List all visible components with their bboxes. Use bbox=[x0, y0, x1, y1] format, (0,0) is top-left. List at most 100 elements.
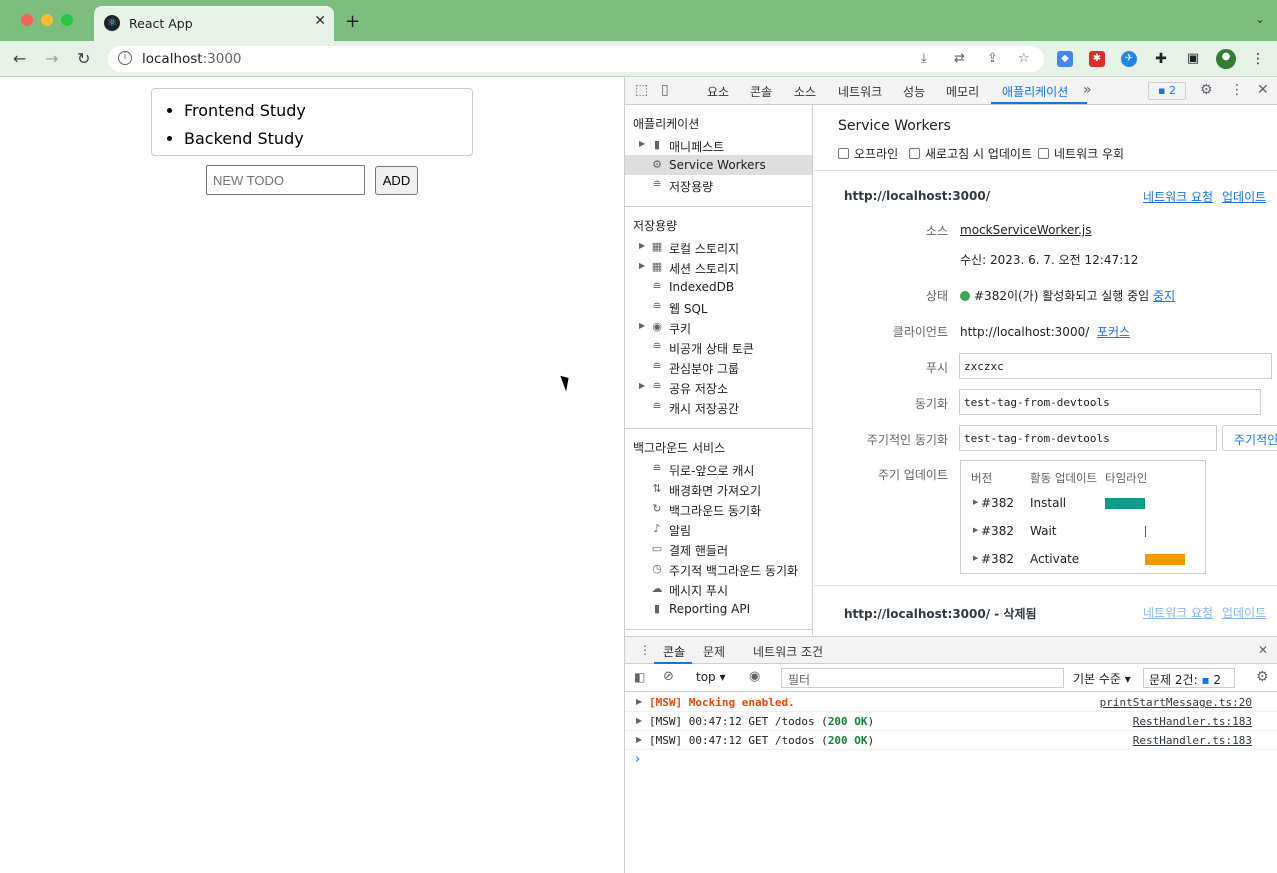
forward-arrow-icon[interactable]: → bbox=[45, 49, 58, 68]
sidebar-item-notifications[interactable]: ♪ 알림 bbox=[625, 519, 812, 539]
expand-arrow-icon[interactable]: ▶ bbox=[639, 381, 645, 390]
extension-shield-icon[interactable]: ◆ bbox=[1057, 51, 1073, 67]
expand-arrow-icon[interactable]: ▶ bbox=[636, 735, 642, 744]
new-tab-button[interactable]: + bbox=[345, 11, 360, 32]
clear-console-icon[interactable]: ⊘ bbox=[663, 669, 674, 684]
offline-checkbox[interactable]: 오프라인 bbox=[838, 145, 898, 162]
update-on-reload-checkbox[interactable]: 새로고침 시 업데이트 bbox=[909, 145, 1032, 162]
update-link[interactable]: 업데이트 bbox=[1222, 188, 1266, 205]
extension-compass-icon[interactable]: ✈ bbox=[1121, 51, 1137, 67]
bypass-network-checkbox[interactable]: 네트워크 우회 bbox=[1038, 145, 1124, 162]
push-input[interactable]: zxczxc bbox=[959, 353, 1272, 379]
address-bar[interactable]: i localhost:3000 ⤓ ⇄ ⇪ ☆ bbox=[108, 46, 1044, 72]
stop-link[interactable]: 중지 bbox=[1153, 289, 1175, 303]
sidebar-item-background-sync[interactable]: ↻ 백그라운드 동기화 bbox=[625, 499, 812, 519]
issues-badge[interactable]: ▪ 2 bbox=[1148, 82, 1186, 100]
expand-arrow-icon[interactable]: ▶ bbox=[639, 321, 645, 330]
console-log-row[interactable]: ▶ [MSW] 00:47:12 GET /todos (200 OK) Res… bbox=[625, 712, 1277, 731]
translate-icon[interactable]: ⇄ bbox=[954, 51, 965, 66]
expand-arrow-icon[interactable]: ▶ bbox=[639, 139, 645, 148]
sidebar-item-web-sql[interactable]: ≘ 웹 SQL bbox=[625, 297, 812, 317]
drawer-tab-network-conditions[interactable]: 네트워크 조건 bbox=[753, 643, 823, 660]
sidebar-toggle-icon[interactable]: ◧ bbox=[634, 670, 645, 684]
site-info-icon[interactable]: i bbox=[118, 51, 132, 65]
settings-gear-icon[interactable]: ⚙ bbox=[1200, 82, 1213, 98]
extension-bug-icon[interactable]: ✱ bbox=[1089, 51, 1105, 67]
periodic-sync-button[interactable]: 주기적인 bbox=[1222, 425, 1277, 451]
expand-arrow-icon[interactable]: ▶ bbox=[973, 554, 978, 562]
sidebar-item-reporting-api[interactable]: ▮ Reporting API bbox=[625, 599, 812, 619]
expand-arrow-icon[interactable]: ▶ bbox=[639, 241, 645, 250]
close-devtools-icon[interactable]: ✕ bbox=[1257, 82, 1269, 98]
share-icon[interactable]: ⇪ bbox=[987, 51, 998, 66]
sync-input[interactable]: test-tag-from-devtools bbox=[959, 389, 1261, 415]
install-icon[interactable]: ⤓ bbox=[921, 51, 927, 66]
expand-arrow-icon[interactable]: ▶ bbox=[636, 697, 642, 706]
expand-arrow-icon[interactable]: ▶ bbox=[973, 498, 978, 506]
minimize-window-button[interactable] bbox=[41, 14, 53, 26]
table-row[interactable]: ▶ #382 Install bbox=[961, 494, 1207, 514]
sidebar-item-manifest[interactable]: ▶ ▮ 매니페스트 bbox=[625, 135, 812, 155]
sidebar-item-private-state-tokens[interactable]: ≘ 비공개 상태 토큰 bbox=[625, 337, 812, 357]
zoom-window-button[interactable] bbox=[61, 14, 73, 26]
eye-icon[interactable]: ◉ bbox=[749, 669, 760, 684]
drawer-tab-issues[interactable]: 문제 bbox=[703, 643, 725, 660]
add-button[interactable]: ADD bbox=[375, 166, 418, 195]
sidebar-item-storage[interactable]: ≘ 저장용량 bbox=[625, 175, 812, 195]
expand-arrow-icon[interactable]: ▶ bbox=[639, 261, 645, 270]
sidebar-item-payment-handler[interactable]: ▭ 결제 핸들러 bbox=[625, 539, 812, 559]
log-source-link[interactable]: RestHandler.ts:183 bbox=[1133, 734, 1252, 747]
sidebar-item-local-storage[interactable]: ▶ ▦ 로컬 스토리지 bbox=[625, 237, 812, 257]
console-settings-gear-icon[interactable]: ⚙ bbox=[1256, 669, 1269, 685]
close-window-button[interactable] bbox=[21, 14, 33, 26]
sidebar-item-service-workers[interactable]: ⚙ Service Workers bbox=[625, 155, 812, 175]
log-source-link[interactable]: RestHandler.ts:183 bbox=[1133, 715, 1252, 728]
console-filter-input[interactable]: 필터 bbox=[781, 668, 1064, 688]
console-log-row[interactable]: ▶ [MSW] Mocking enabled. printStartMessa… bbox=[625, 693, 1277, 712]
sidebar-item-push-messaging[interactable]: ☁ 메시지 푸시 bbox=[625, 579, 812, 599]
log-source-link[interactable]: printStartMessage.ts:20 bbox=[1100, 696, 1252, 709]
tab-elements[interactable]: 요소 bbox=[707, 83, 729, 100]
sidebar-item-background-fetch[interactable]: ⇅ 배경화면 가져오기 bbox=[625, 479, 812, 499]
sidebar-item-interest-groups[interactable]: ≘ 관심분야 그룹 bbox=[625, 357, 812, 377]
sidebar-item-indexeddb[interactable]: ≘ IndexedDB bbox=[625, 277, 812, 297]
inspect-element-icon[interactable]: ⬚ bbox=[635, 82, 648, 98]
sidebar-item-bfcache[interactable]: ≘ 뒤로-앞으로 캐시 bbox=[625, 459, 812, 479]
browser-tab[interactable]: ⚛ React App ✕ bbox=[94, 6, 334, 41]
log-levels-dropdown[interactable]: 기본 수준 ▾ bbox=[1073, 670, 1131, 687]
tab-search-chevron-icon[interactable]: ⌄ bbox=[1255, 12, 1265, 26]
bookmark-star-icon[interactable]: ☆ bbox=[1018, 51, 1030, 66]
sidebar-item-cache-storage[interactable]: ≘ 캐시 저장공간 bbox=[625, 397, 812, 417]
console-prompt[interactable]: › bbox=[635, 752, 640, 767]
tab-sources[interactable]: 소스 bbox=[794, 83, 816, 100]
browser-menu-icon[interactable]: ⋮ bbox=[1250, 51, 1266, 67]
back-arrow-icon[interactable]: ← bbox=[13, 49, 26, 68]
reload-icon[interactable]: ↻ bbox=[77, 49, 90, 68]
sidebar-item-periodic-background-sync[interactable]: ◷ 주기적 백그라운드 동기화 bbox=[625, 559, 812, 579]
focus-link[interactable]: 포커스 bbox=[1097, 325, 1130, 339]
new-todo-input[interactable] bbox=[206, 165, 365, 195]
context-selector[interactable]: top ▾ bbox=[696, 670, 726, 684]
tab-memory[interactable]: 메모리 bbox=[946, 83, 979, 100]
expand-arrow-icon[interactable]: ▶ bbox=[973, 526, 978, 534]
update-link-deleted[interactable]: 업데이트 bbox=[1222, 604, 1266, 621]
console-log-row[interactable]: ▶ [MSW] 00:47:12 GET /todos (200 OK) Res… bbox=[625, 731, 1277, 750]
table-row[interactable]: ▶ #382 Activate bbox=[961, 550, 1207, 570]
sidebar-item-session-storage[interactable]: ▶ ▦ 세션 스토리지 bbox=[625, 257, 812, 277]
tab-application[interactable]: 애플리케이션 bbox=[1002, 83, 1068, 100]
device-toolbar-icon[interactable]: ▯ bbox=[661, 82, 669, 98]
network-requests-link[interactable]: 네트워크 요청 bbox=[1143, 188, 1213, 205]
network-requests-link-deleted[interactable]: 네트워크 요청 bbox=[1143, 604, 1213, 621]
more-options-icon[interactable]: ⋮ bbox=[1230, 82, 1244, 98]
tab-close-icon[interactable]: ✕ bbox=[314, 13, 326, 29]
tab-network[interactable]: 네트워크 bbox=[838, 83, 882, 100]
profile-avatar[interactable]: ● bbox=[1216, 49, 1236, 69]
expand-arrow-icon[interactable]: ▶ bbox=[636, 716, 642, 725]
extensions-puzzle-icon[interactable]: ✚ bbox=[1153, 51, 1169, 67]
sidebar-item-cookies[interactable]: ▶ ◉ 쿠키 bbox=[625, 317, 812, 337]
issues-counter-button[interactable]: 문제 2건: ▪ 2 bbox=[1143, 668, 1235, 688]
close-drawer-icon[interactable]: ✕ bbox=[1258, 643, 1268, 657]
tab-performance[interactable]: 성능 bbox=[903, 83, 925, 100]
drawer-tab-console[interactable]: 콘솔 bbox=[663, 643, 685, 660]
periodic-sync-input[interactable]: test-tag-from-devtools bbox=[959, 425, 1217, 451]
